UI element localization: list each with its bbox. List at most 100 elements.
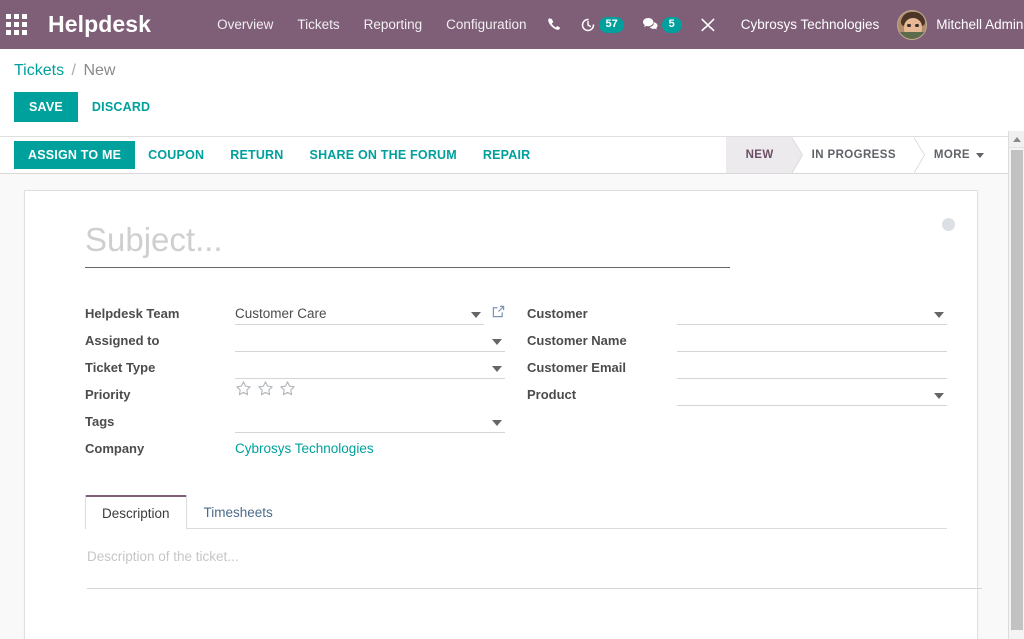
wrench-tools-icon[interactable] — [691, 0, 725, 49]
form-sheet: Helpdesk Team — [24, 190, 982, 639]
description-editor[interactable]: Description of the ticket... — [87, 549, 945, 588]
share-on-the-forum-button[interactable]: SHARE ON THE FORUM — [297, 141, 470, 169]
tags-dropdown-icon[interactable] — [492, 420, 502, 426]
tab-timesheets[interactable]: Timesheets — [187, 495, 290, 529]
breadcrumb-separator: / — [71, 62, 76, 79]
field-label-product: Product — [527, 387, 577, 402]
apps-grid-icon[interactable] — [6, 10, 27, 40]
field-label-assigned-to: Assigned to — [85, 333, 160, 348]
ticket-type-dropdown-icon[interactable] — [492, 366, 502, 372]
tags-input[interactable] — [235, 413, 505, 431]
field-label-tags: Tags — [85, 414, 115, 429]
phone-icon[interactable] — [538, 0, 571, 49]
subject-input[interactable] — [85, 221, 730, 268]
tab-panel-description: Description of the ticket... — [85, 529, 982, 589]
app-brand-title[interactable]: Helpdesk — [48, 11, 151, 38]
coupon-button[interactable]: COUPON — [135, 141, 217, 169]
menu-item-tickets[interactable]: Tickets — [285, 1, 351, 48]
user-menu[interactable]: Mitchell Admin — [893, 9, 1024, 40]
field-tags: Tags — [85, 406, 505, 433]
breadcrumb-current: New — [83, 62, 116, 79]
customer-input[interactable] — [677, 305, 947, 323]
subject-field-wrapper — [55, 213, 947, 268]
save-button[interactable]: SAVE — [14, 92, 78, 122]
field-assigned-to: Assigned to — [85, 325, 505, 352]
priority-star-3[interactable] — [279, 380, 296, 402]
field-label-company: Company — [85, 441, 145, 456]
notebook-tabs: Description Timesheets — [85, 494, 947, 529]
vertical-scrollbar[interactable] — [1008, 131, 1024, 639]
field-customer-name: Customer Name — [527, 325, 947, 352]
field-label-ticket-type: Ticket Type — [85, 360, 156, 375]
field-label-customer-email: Customer Email — [527, 360, 626, 375]
field-ticket-type: Ticket Type — [85, 352, 505, 379]
assigned-to-dropdown-icon[interactable] — [492, 339, 502, 345]
breadcrumb: Tickets / New — [14, 49, 1024, 83]
return-button[interactable]: RETURN — [217, 141, 296, 169]
activity-count-badge: 57 — [599, 16, 624, 33]
priority-star-1[interactable] — [235, 380, 252, 402]
assign-to-me-button[interactable]: ASSIGN TO ME — [14, 141, 136, 169]
top-navbar: Helpdesk Overview Tickets Reporting Conf… — [0, 0, 1024, 49]
helpdesk-team-dropdown-icon[interactable] — [471, 312, 481, 318]
stage-new[interactable]: NEW — [725, 137, 803, 174]
field-company: Company Cybrosys Technologies — [85, 433, 505, 460]
company-switcher[interactable]: Cybrosys Technologies — [725, 17, 894, 32]
field-customer-email: Customer Email — [527, 352, 947, 379]
control-panel-buttons: SAVE DISCARD — [14, 83, 1024, 136]
customer-email-input[interactable] — [677, 359, 947, 377]
apps-grid-glyph — [6, 14, 27, 35]
activity-clock-icon[interactable]: 57 — [571, 0, 632, 49]
external-link-icon[interactable] — [492, 305, 505, 325]
main-menu: Overview Tickets Reporting Configuration — [205, 1, 538, 48]
menu-item-overview[interactable]: Overview — [205, 1, 285, 48]
customer-dropdown-icon[interactable] — [934, 312, 944, 318]
navbar-right-group: 57 5 Cybrosys Technologies Mitchell Admi… — [538, 0, 1023, 49]
priority-star-rating[interactable] — [235, 380, 296, 404]
form-column-right: Customer Customer Name Customer Email Pr… — [527, 298, 947, 460]
chat-bubble-icon[interactable]: 5 — [633, 0, 691, 49]
tab-description[interactable]: Description — [85, 495, 187, 529]
assigned-to-input[interactable] — [235, 332, 505, 350]
field-label-customer-name: Customer Name — [527, 333, 627, 348]
repair-button[interactable]: REPAIR — [470, 141, 544, 169]
field-label-customer: Customer — [527, 306, 588, 321]
stage-more-dropdown[interactable]: MORE — [913, 137, 1002, 173]
odoo-helpdesk-app: Helpdesk Overview Tickets Reporting Conf… — [0, 0, 1024, 639]
menu-item-configuration[interactable]: Configuration — [434, 1, 538, 48]
stage-in-progress[interactable]: IN PROGRESS — [791, 137, 925, 174]
discard-button[interactable]: DISCARD — [78, 92, 164, 122]
helpdesk-team-input[interactable] — [235, 305, 484, 323]
form-column-left: Helpdesk Team Customer Care Assigned to … — [85, 298, 505, 460]
field-label-priority: Priority — [85, 387, 131, 402]
control-panel: Tickets / New SAVE DISCARD — [0, 49, 1024, 137]
description-divider — [87, 588, 982, 589]
message-count-badge: 5 — [661, 16, 682, 33]
avatar — [897, 9, 928, 40]
field-helpdesk-team: Helpdesk Team — [85, 298, 505, 325]
user-name-label: Mitchell Admin — [936, 17, 1024, 32]
breadcrumb-root-tickets[interactable]: Tickets — [14, 62, 64, 79]
scrollbar-up-button[interactable] — [1009, 131, 1024, 148]
product-dropdown-icon[interactable] — [934, 393, 944, 399]
ticket-type-input[interactable] — [235, 359, 505, 377]
scrollbar-thumb[interactable] — [1011, 150, 1023, 630]
stage-more-label: MORE — [933, 149, 970, 161]
kanban-state-indicator[interactable] — [942, 218, 955, 231]
customer-name-input[interactable] — [677, 332, 947, 350]
form-fields: Helpdesk Team Customer Care Assigned to … — [55, 268, 947, 460]
stage-new-label: NEW — [745, 149, 774, 161]
field-customer: Customer — [527, 298, 947, 325]
priority-star-2[interactable] — [257, 380, 274, 402]
statusbar-row: ASSIGN TO ME COUPON RETURN SHARE ON THE … — [0, 137, 1024, 174]
statusbar-action-buttons: ASSIGN TO ME COUPON RETURN SHARE ON THE … — [0, 137, 543, 173]
product-input[interactable] — [677, 386, 947, 404]
field-priority: Priority — [85, 379, 505, 406]
notebook: Description Timesheets Description of th… — [85, 494, 982, 589]
company-value-link[interactable]: Cybrosys Technologies — [235, 441, 374, 458]
stage-statusbar: NEW IN PROGRESS MORE — [725, 137, 1024, 174]
menu-item-reporting[interactable]: Reporting — [352, 1, 435, 48]
chevron-down-icon — [976, 152, 984, 158]
field-product: Product — [527, 379, 947, 406]
field-label-helpdesk-team: Helpdesk Team — [85, 306, 180, 321]
